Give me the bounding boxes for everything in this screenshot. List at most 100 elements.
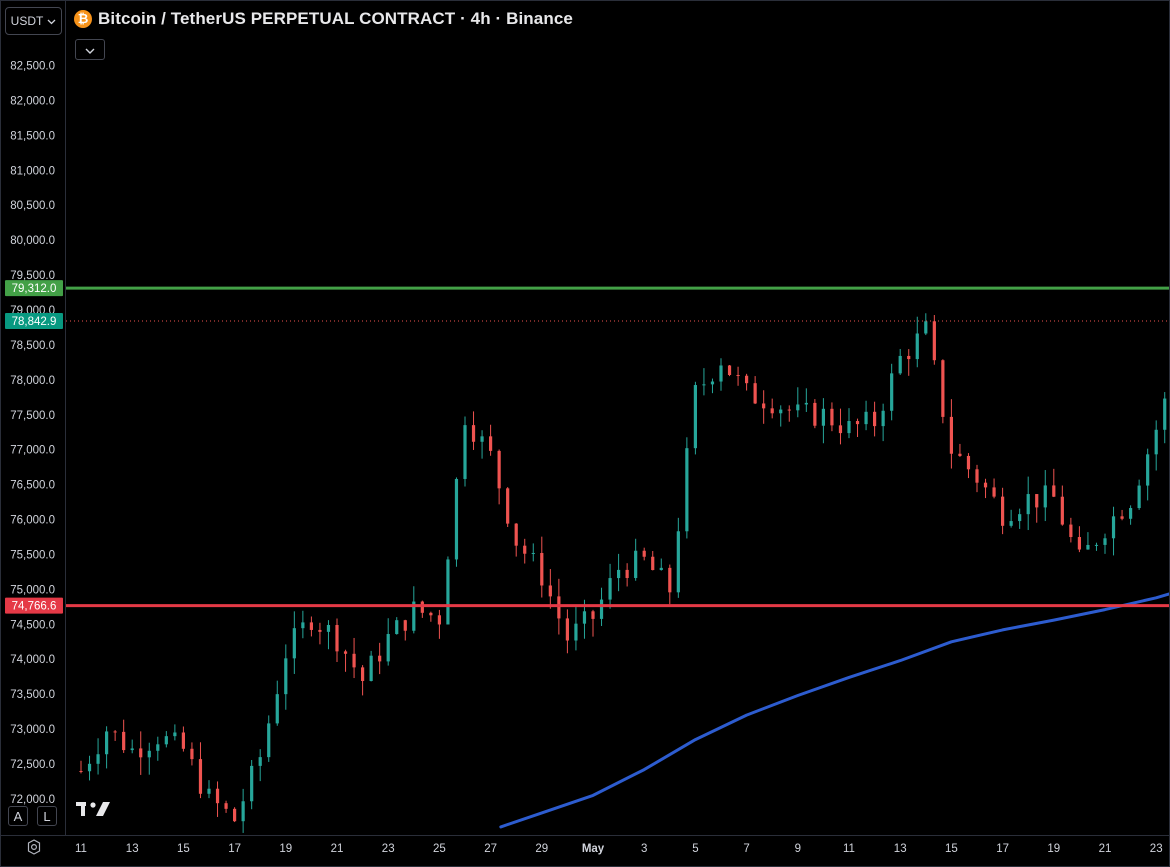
candle <box>1137 479 1141 510</box>
y-tick-label: 73,000.0 <box>10 724 55 736</box>
candle-body <box>540 552 544 586</box>
candle <box>326 620 331 650</box>
candle <box>1077 526 1081 553</box>
y-tick-label: 81,500.0 <box>10 130 55 142</box>
candle-body <box>932 321 936 361</box>
candle-body <box>224 803 228 809</box>
y-tick-label: 75,000.0 <box>10 584 55 596</box>
last-price-badge-label: 78,842.9 <box>12 316 57 328</box>
candle <box>881 403 885 442</box>
candle <box>659 558 663 571</box>
y-tick-label: 82,500.0 <box>10 61 55 73</box>
candle <box>130 739 134 754</box>
candle-body <box>139 748 143 758</box>
x-tick-label: 29 <box>535 843 548 855</box>
candle <box>514 523 518 557</box>
candle-body <box>361 667 365 682</box>
candle-body <box>429 612 433 616</box>
candle-body <box>113 731 117 733</box>
collapse-legend-button[interactable] <box>75 39 105 60</box>
settings-button[interactable] <box>22 838 46 860</box>
candle <box>335 618 339 662</box>
candle <box>540 536 544 598</box>
candle-body <box>693 385 697 449</box>
support-price-badge-label: 74,766.6 <box>12 601 57 613</box>
y-tick-label: 74,000.0 <box>10 654 55 666</box>
candle <box>736 366 740 386</box>
candle-body <box>770 408 774 414</box>
candle <box>727 364 732 377</box>
candle <box>1001 487 1005 535</box>
candle <box>1086 532 1090 550</box>
candle-body <box>1120 516 1124 519</box>
candle-body <box>1018 514 1022 522</box>
candle <box>1129 505 1133 525</box>
candle-body <box>497 450 501 489</box>
candle-body <box>838 425 843 434</box>
candle-body <box>625 569 629 578</box>
candle <box>1009 509 1013 528</box>
candle <box>1060 485 1064 526</box>
x-tick-label: 7 <box>743 843 749 855</box>
candle <box>480 430 484 459</box>
log-scale-button[interactable]: L <box>37 806 57 826</box>
y-tick-label: 74,500.0 <box>10 619 55 631</box>
candle <box>301 610 305 639</box>
currency-selector[interactable]: USDT <box>5 7 62 35</box>
tradingview-logo-icon[interactable] <box>76 800 112 823</box>
candle <box>1026 476 1030 531</box>
candle-body <box>676 531 680 593</box>
candle <box>898 348 902 375</box>
candle-body <box>924 321 928 334</box>
auto-scale-button[interactable]: A <box>8 806 28 826</box>
x-tick-label: 23 <box>382 843 395 855</box>
candle-body <box>275 694 279 724</box>
candle-body <box>207 788 211 794</box>
candle <box>668 564 672 605</box>
candle <box>634 538 638 581</box>
candle <box>403 619 407 641</box>
candle <box>318 622 322 645</box>
candle-body <box>1060 496 1064 525</box>
candle-body <box>241 801 245 822</box>
candle <box>454 477 459 567</box>
candle-body <box>966 455 971 470</box>
candle <box>813 399 817 429</box>
candle <box>343 649 348 672</box>
candle <box>787 405 791 422</box>
candle <box>224 800 228 813</box>
candle-body <box>591 611 595 619</box>
candle <box>267 715 271 762</box>
candle <box>821 398 825 444</box>
candle-body <box>343 651 348 654</box>
candle-body <box>762 403 766 409</box>
y-tick-label: 72,000.0 <box>10 794 55 806</box>
x-tick-label: 11 <box>75 843 87 855</box>
x-tick-label: 19 <box>1047 843 1060 855</box>
x-tick-label: 27 <box>484 843 497 855</box>
y-tick-label: 80,500.0 <box>10 200 55 212</box>
candle <box>369 650 373 682</box>
candle <box>258 749 262 782</box>
candle-body <box>668 567 672 593</box>
candle <box>617 553 621 592</box>
horizontal-price-lines <box>66 286 1170 608</box>
price-chart[interactable]: 82,500.0 82,000.0 81,500.0 81,000.0 80,500.0… <box>0 0 1170 867</box>
x-tick-label: 17 <box>996 843 1009 855</box>
x-tick-label: 21 <box>1099 843 1112 855</box>
x-tick-label: 15 <box>177 843 190 855</box>
candle-body <box>156 744 160 751</box>
y-tick-label: 81,000.0 <box>10 165 55 177</box>
candle-body <box>949 416 953 454</box>
candle <box>608 563 612 609</box>
candle <box>864 400 868 431</box>
candle <box>949 399 953 469</box>
chart-title[interactable]: Bitcoin / TetherUS PERPETUAL CONTRACT · … <box>98 9 573 29</box>
candle-body <box>548 585 552 597</box>
candle <box>693 381 697 455</box>
candle <box>574 607 578 651</box>
candle-body <box>745 375 749 384</box>
candle <box>642 547 646 561</box>
candle-body <box>335 624 339 652</box>
candle <box>420 600 424 618</box>
